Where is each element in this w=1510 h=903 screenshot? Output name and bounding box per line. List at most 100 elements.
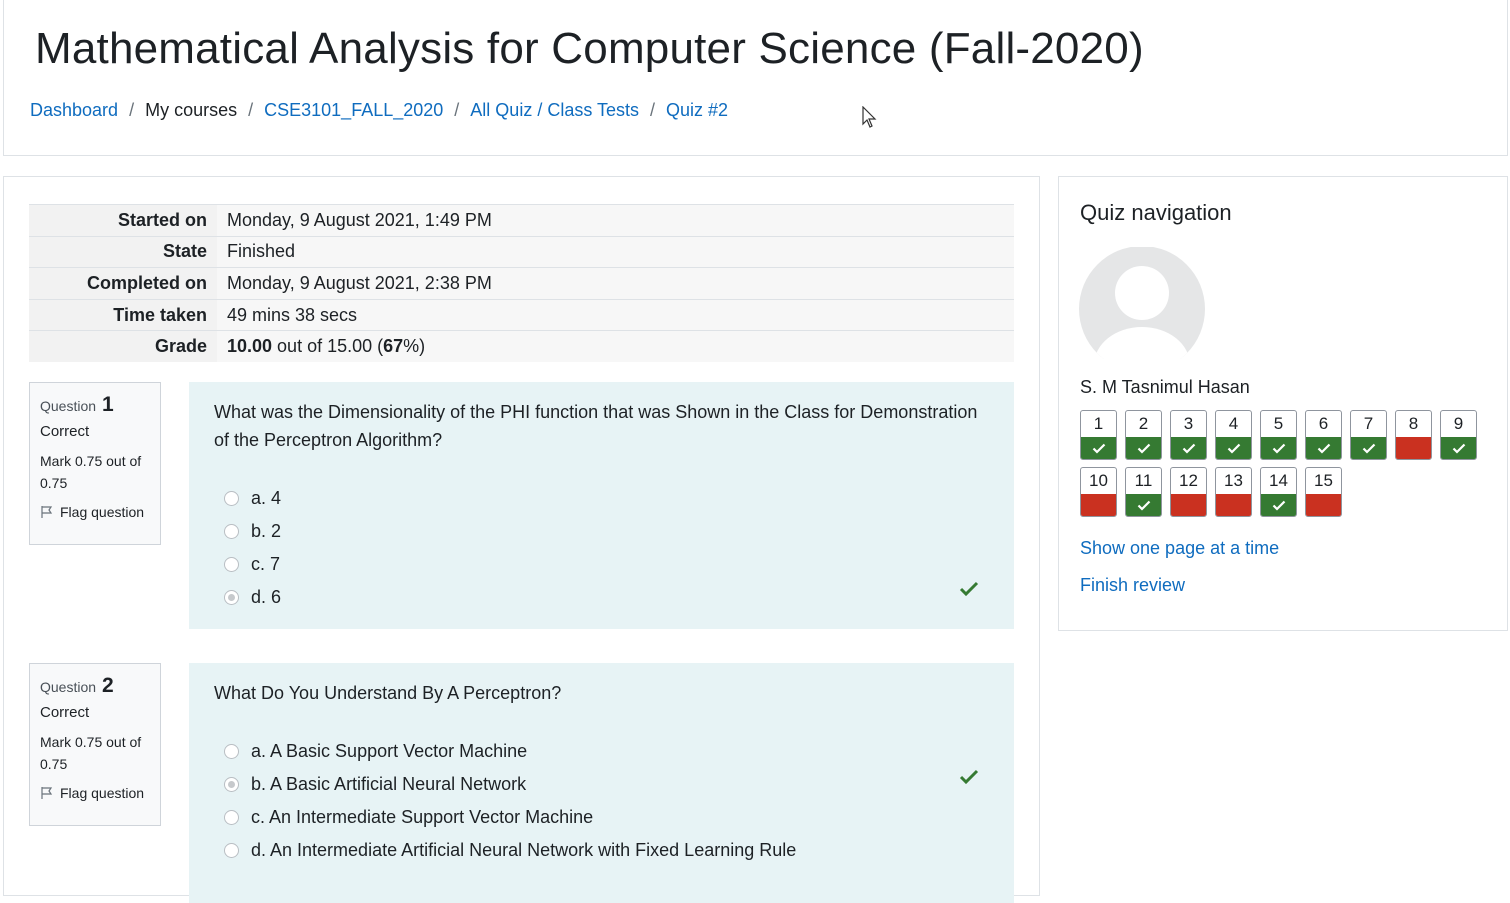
question-number-value: 2 [101, 674, 114, 697]
check-icon [1227, 443, 1240, 454]
question-nav-number: 6 [1318, 414, 1329, 433]
answer-option[interactable]: c. An Intermediate Support Vector Machin… [214, 801, 990, 834]
answer-label: b. 2 [251, 521, 282, 541]
incorrect-status-bar [1216, 494, 1251, 516]
quiz-navigation-title: Quiz navigation [1080, 200, 1232, 225]
flag-icon [41, 787, 53, 799]
question-prefix: Question [40, 679, 97, 695]
question-number: Question 1 [40, 393, 150, 417]
summary-value: Monday, 9 August 2021, 1:49 PM [217, 204, 1014, 237]
grade-score: 10.00 [227, 336, 273, 357]
question-nav-button[interactable]: 15 [1305, 467, 1342, 517]
summary-row-grade: Grade 10.00 out of 15.00 (67%) [29, 330, 1014, 363]
check-icon [1137, 443, 1150, 454]
summary-row-state: State Finished [29, 235, 1014, 268]
flag-question-label: Flag question [60, 504, 145, 520]
check-icon [1182, 443, 1195, 454]
question-nav-button[interactable]: 7 [1350, 410, 1387, 460]
breadcrumb-my-courses: My courses [145, 100, 238, 120]
question-nav-button[interactable]: 12 [1170, 467, 1207, 517]
incorrect-status-bar [1171, 494, 1206, 516]
question-nav-number: 8 [1408, 414, 1419, 433]
flag-question-button[interactable]: Flag question [40, 785, 150, 801]
incorrect-status-bar [1081, 494, 1116, 516]
question-info: Question 1 Correct Mark 0.75 out of 0.75… [29, 382, 161, 545]
finish-review-link[interactable]: Finish review [1080, 575, 1185, 596]
question-nav-number: 14 [1269, 471, 1288, 490]
correct-status-bar [1441, 437, 1476, 459]
flag-question-button[interactable]: Flag question [40, 504, 150, 520]
correct-status-bar [1261, 437, 1296, 459]
answer-options: a. 4 b. 2 c. 7 d. 6 [214, 482, 990, 614]
answer-option[interactable]: a. 4 [214, 482, 990, 515]
question-nav-button[interactable]: 2 [1125, 410, 1162, 460]
question-state: Correct [40, 704, 90, 721]
answer-label: d. 6 [251, 587, 282, 607]
answer-option-selected[interactable]: b. A Basic Artificial Neural Network [214, 768, 990, 801]
check-icon [1137, 500, 1150, 511]
summary-value: Finished [217, 235, 1014, 268]
show-one-page-link[interactable]: Show one page at a time [1080, 538, 1279, 559]
radio-button[interactable] [224, 843, 239, 858]
answer-option[interactable]: b. 2 [214, 515, 990, 548]
question-nav-number: 13 [1224, 471, 1243, 490]
grade-text: out of 15.00 ( [272, 336, 384, 357]
question-nav-number: 15 [1314, 471, 1333, 490]
answer-label: c. 7 [251, 554, 281, 574]
question-nav-button[interactable]: 4 [1215, 410, 1252, 460]
question-nav-number: 10 [1089, 471, 1108, 490]
question-nav-button[interactable]: 8 [1395, 410, 1432, 460]
summary-value: 49 mins 38 secs [217, 298, 1014, 331]
summary-row-completed: Completed on Monday, 9 August 2021, 2:38… [29, 267, 1014, 300]
question-nav-number: 5 [1273, 414, 1284, 433]
correct-check-icon [959, 581, 979, 597]
answer-option[interactable]: a. A Basic Support Vector Machine [214, 735, 990, 768]
radio-button[interactable] [224, 557, 239, 572]
radio-button[interactable] [224, 810, 239, 825]
breadcrumb-dashboard[interactable]: Dashboard [30, 100, 118, 121]
radio-button-selected[interactable] [224, 590, 239, 605]
summary-row-started: Started on Monday, 9 August 2021, 1:49 P… [29, 204, 1014, 237]
breadcrumb-section[interactable]: All Quiz / Class Tests [470, 100, 639, 121]
question-nav-button[interactable]: 11 [1125, 467, 1162, 517]
question-nav-button[interactable]: 9 [1440, 410, 1477, 460]
question-nav-button[interactable]: 13 [1215, 467, 1252, 517]
check-icon [1362, 443, 1375, 454]
breadcrumb-quiz[interactable]: Quiz #2 [666, 100, 728, 121]
grade-percent: 67 [383, 336, 404, 357]
question-nav-number: 11 [1134, 471, 1153, 490]
radio-button[interactable] [224, 744, 239, 759]
question-info: Question 2 Correct Mark 0.75 out of 0.75… [29, 663, 161, 826]
radio-button[interactable] [224, 524, 239, 539]
mouse-cursor-icon [862, 106, 877, 128]
answer-label: a. A Basic Support Vector Machine [251, 741, 528, 761]
question-nav-button[interactable]: 3 [1170, 410, 1207, 460]
answer-option[interactable]: d. An Intermediate Artificial Neural Net… [214, 834, 990, 867]
answer-option[interactable]: c. 7 [214, 548, 990, 581]
answer-option-selected[interactable]: d. 6 [214, 581, 990, 614]
correct-status-bar [1081, 437, 1116, 459]
radio-button-selected[interactable] [224, 777, 239, 792]
breadcrumb-separator: / [454, 100, 460, 120]
flag-question-label: Flag question [60, 785, 145, 801]
correct-status-bar [1351, 437, 1386, 459]
summary-label: Started on [29, 204, 217, 237]
breadcrumb-separator: / [129, 100, 135, 120]
question-state: Correct [40, 423, 90, 440]
summary-row-time: Time taken 49 mins 38 secs [29, 298, 1014, 331]
question-nav-button[interactable]: 14 [1260, 467, 1297, 517]
question-nav-button[interactable]: 5 [1260, 410, 1297, 460]
correct-status-bar [1216, 437, 1251, 459]
radio-button[interactable] [224, 491, 239, 506]
breadcrumb-course[interactable]: CSE3101_FALL_2020 [264, 100, 443, 121]
page-title: Mathematical Analysis for Computer Scien… [35, 24, 1144, 73]
incorrect-status-bar [1396, 437, 1431, 459]
question-text: What Do You Understand By A Perceptron? [214, 683, 562, 703]
check-icon [1272, 500, 1285, 511]
question-nav-button[interactable]: 10 [1080, 467, 1117, 517]
breadcrumb-separator: / [650, 100, 656, 120]
answer-options: a. A Basic Support Vector Machine b. A B… [214, 735, 990, 867]
question-nav-button[interactable]: 6 [1305, 410, 1342, 460]
question-nav-button[interactable]: 1 [1080, 410, 1117, 460]
question-nav-number: 9 [1453, 414, 1464, 433]
